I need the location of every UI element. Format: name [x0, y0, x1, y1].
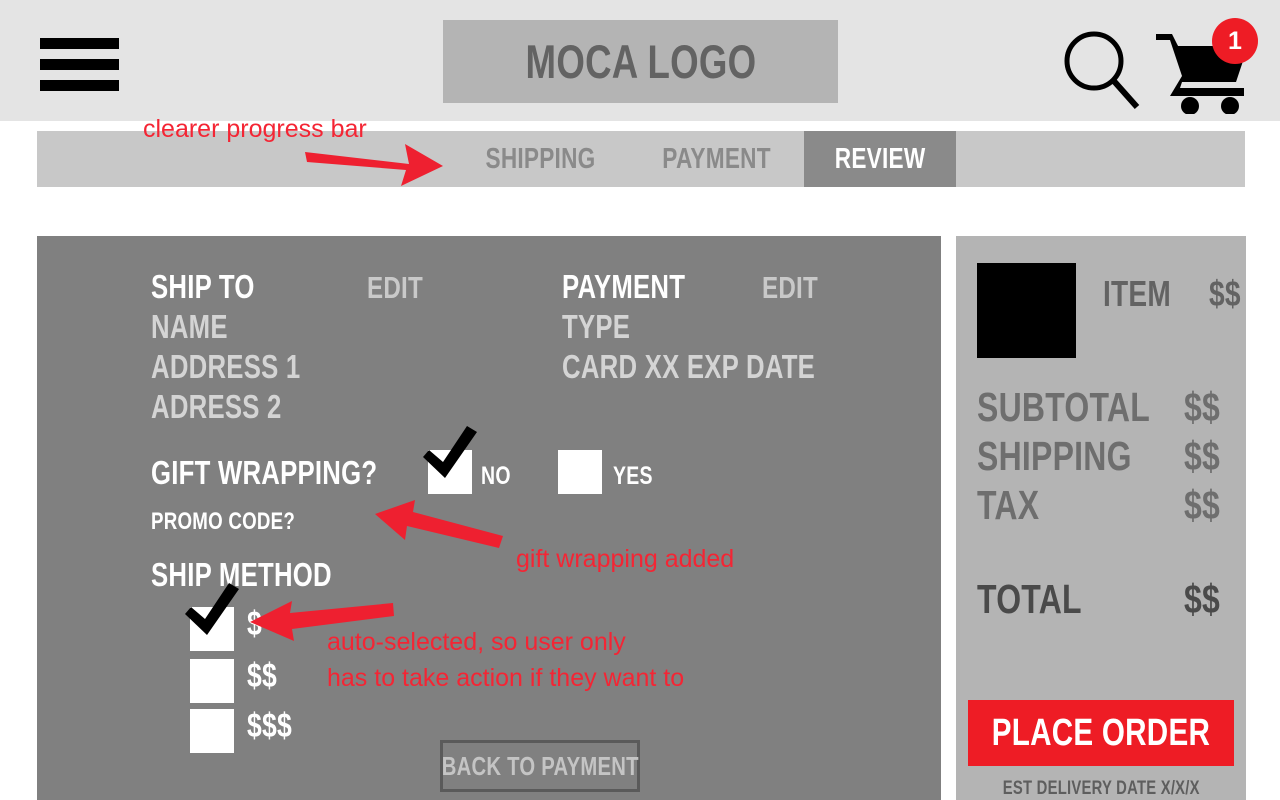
cart-count-badge: 1 — [1212, 18, 1258, 64]
ship-method-price-1: $ — [247, 605, 262, 643]
place-order-button[interactable]: PLACE ORDER — [968, 700, 1234, 766]
summary-row-tax: TAX $$ — [977, 482, 1225, 531]
tab-review-label: REVIEW — [834, 142, 926, 175]
promo-code-link[interactable]: PROMO CODE? — [151, 508, 295, 536]
tab-shipping[interactable]: SHIPPING — [452, 131, 629, 187]
hamburger-menu-icon[interactable] — [40, 38, 119, 91]
ship-method-heading: SHIP METHOD — [151, 556, 332, 593]
summary-item-row: ITEM $$ — [977, 263, 1240, 358]
cart-count-value: 1 — [1228, 26, 1242, 55]
ship-method-checkbox-1[interactable] — [185, 583, 239, 651]
gift-wrapping-no-label: NO — [481, 462, 511, 490]
payment-edit-link[interactable]: EDIT — [762, 272, 834, 303]
subtotal-value: $$ — [1184, 384, 1221, 430]
shopping-cart-icon[interactable]: 1 — [1152, 18, 1258, 115]
order-summary-panel: ITEM $$ SUBTOTAL $$ SHIPPING $$ TAX $$ T… — [956, 236, 1246, 800]
subtotal-label: SUBTOTAL — [977, 384, 1151, 430]
ship-method-checkbox-3[interactable] — [190, 709, 234, 753]
hamburger-bar-2 — [40, 59, 119, 70]
ship-to-edit-link[interactable]: EDIT — [367, 272, 439, 303]
ship-method-checkbox-2[interactable] — [190, 659, 234, 703]
progress-tabs: SHIPPING PAYMENT REVIEW — [452, 131, 957, 187]
est-delivery-text: EST DELIVERY DATE X/X/X — [1002, 778, 1200, 799]
payment-edit-label: EDIT — [762, 270, 819, 305]
place-order-label: PLACE ORDER — [991, 711, 1211, 754]
annotation-progress-bar: clearer progress bar — [143, 115, 367, 143]
total-label: TOTAL — [977, 576, 1082, 622]
tab-payment[interactable]: PAYMENT — [629, 131, 804, 187]
ship-method-price-3: $$$ — [247, 707, 292, 745]
tax-label: TAX — [977, 482, 1040, 528]
hamburger-bar-3 — [40, 80, 119, 91]
summary-totals: SUBTOTAL $$ SHIPPING $$ TAX $$ — [977, 384, 1225, 531]
product-thumbnail — [977, 263, 1076, 358]
summary-item-price: $$ — [1209, 273, 1241, 314]
total-value: $$ — [1184, 576, 1221, 622]
gift-wrapping-no-checkbox[interactable] — [423, 426, 477, 494]
summary-row-subtotal: SUBTOTAL $$ — [977, 384, 1225, 433]
summary-row-total: TOTAL $$ — [977, 576, 1225, 626]
ship-to-edit-label: EDIT — [367, 270, 424, 305]
ship-to-address-2: ADRESS 2 — [151, 388, 282, 425]
back-to-payment-label: BACK TO PAYMENT — [441, 750, 639, 781]
gift-wrapping-label: GIFT WRAPPING? — [151, 454, 378, 491]
annotation-gift-wrapping: gift wrapping added — [516, 545, 735, 573]
tab-shipping-label: SHIPPING — [485, 142, 596, 175]
payment-section: PAYMENT TYPE CARD XX EXP DATE — [562, 270, 886, 390]
gift-wrapping-yes-label: YES — [613, 462, 653, 490]
search-icon[interactable] — [1060, 28, 1144, 112]
review-main-panel: SHIP TO NAME ADDRESS 1 ADRESS 2 EDIT PAY… — [37, 236, 941, 800]
summary-row-shipping: SHIPPING $$ — [977, 433, 1225, 482]
annotation-auto-selected: auto-selected, so user only has to take … — [327, 628, 685, 692]
checkout-review-page: MOCA LOGO 1 SHIPPING PAYMENT REVIEW SHIP… — [0, 0, 1280, 800]
ship-to-name: NAME — [151, 308, 228, 345]
payment-card-exp: CARD XX EXP DATE — [562, 348, 816, 385]
summary-item-name: ITEM — [1103, 273, 1172, 314]
shipping-value: $$ — [1184, 433, 1221, 479]
est-delivery-note: EST DELIVERY DATE X/X/X — [956, 778, 1246, 800]
payment-type: TYPE — [562, 308, 631, 345]
tax-value: $$ — [1184, 482, 1221, 528]
ship-method-price-2: $$ — [247, 657, 277, 695]
logo-placeholder[interactable]: MOCA LOGO — [443, 20, 838, 103]
tab-payment-label: PAYMENT — [662, 142, 771, 175]
ship-to-address-1: ADDRESS 1 — [151, 348, 301, 385]
shipping-label: SHIPPING — [977, 433, 1132, 479]
checkmark-icon — [423, 426, 477, 478]
tab-review[interactable]: REVIEW — [804, 131, 957, 187]
gift-wrapping-yes-checkbox[interactable] — [558, 450, 602, 494]
ship-to-section: SHIP TO NAME ADDRESS 1 ADRESS 2 — [151, 270, 343, 430]
logo-text: MOCA LOGO — [525, 35, 756, 88]
back-to-payment-button[interactable]: BACK TO PAYMENT — [440, 740, 640, 792]
ship-to-heading: SHIP TO — [151, 268, 255, 305]
site-header: MOCA LOGO 1 — [0, 0, 1280, 121]
hamburger-bar-1 — [40, 38, 119, 49]
